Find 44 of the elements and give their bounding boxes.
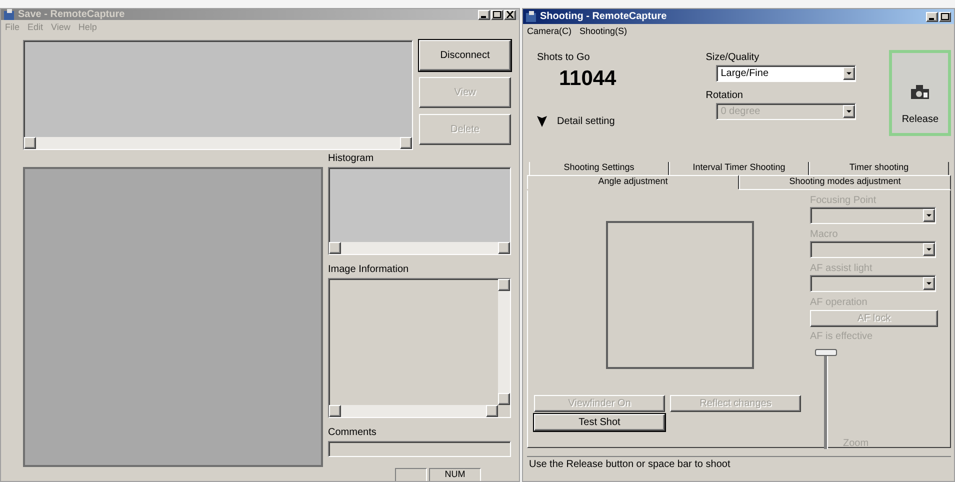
close-button[interactable] bbox=[504, 10, 516, 20]
dropdown-field[interactable] bbox=[810, 275, 936, 292]
window-title: Save - RemoteCapture bbox=[18, 9, 126, 20]
tab[interactable]: Shooting modes adjustment bbox=[739, 175, 951, 190]
rotation-label: Rotation bbox=[706, 90, 744, 101]
close-icon bbox=[506, 11, 514, 18]
dropdown-field[interactable] bbox=[810, 207, 936, 224]
status-message: Use the Release button or space bar to shoot bbox=[529, 459, 730, 470]
app-icon bbox=[4, 9, 15, 20]
menu-item[interactable]: Shooting(S) bbox=[580, 26, 628, 38]
status-pane bbox=[395, 468, 427, 481]
detail-setting-toggle[interactable]: Detail setting bbox=[557, 116, 615, 126]
comments-label: Comments bbox=[328, 427, 378, 438]
horizontal-scrollbar[interactable] bbox=[329, 405, 498, 417]
menu-item[interactable]: Camera(C) bbox=[527, 26, 572, 38]
action-button[interactable]: Test Shot bbox=[534, 414, 665, 431]
horizontal-scrollbar[interactable] bbox=[329, 242, 510, 254]
status-indicator: NUM bbox=[429, 468, 481, 481]
minimize-button[interactable] bbox=[926, 12, 938, 22]
maximize-icon bbox=[493, 11, 501, 18]
tab[interactable]: Interval Timer Shooting bbox=[669, 162, 809, 175]
maximize-icon bbox=[941, 13, 949, 20]
shots-to-go-count: 11044 bbox=[559, 67, 618, 91]
shots-to-go-label: Shots to Go bbox=[537, 52, 591, 63]
dropdown-field[interactable] bbox=[810, 241, 936, 258]
tab[interactable]: Angle adjustment bbox=[527, 175, 739, 189]
histogram-label: Histogram bbox=[328, 153, 375, 164]
tab[interactable]: Shooting Settings bbox=[529, 162, 669, 175]
horizontal-scrollbar[interactable] bbox=[24, 137, 412, 149]
expand-triangle-icon[interactable] bbox=[537, 115, 547, 127]
maximize-button[interactable] bbox=[939, 12, 951, 22]
comments-field[interactable] bbox=[328, 441, 511, 457]
release-button[interactable]: Release bbox=[889, 50, 951, 136]
vertical-scrollbar[interactable] bbox=[498, 279, 510, 405]
size-quality-label: Size/Quality bbox=[706, 52, 760, 63]
action-button[interactable]: Disconnect bbox=[419, 40, 511, 71]
minimize-button[interactable] bbox=[478, 10, 490, 20]
window-title: Shooting - RemoteCapture bbox=[540, 11, 668, 22]
maximize-button[interactable] bbox=[491, 10, 503, 20]
app-icon bbox=[526, 11, 537, 22]
image-information-label: Image Information bbox=[328, 264, 410, 275]
tab[interactable]: Timer shooting bbox=[809, 162, 949, 175]
camera-icon bbox=[910, 83, 930, 100]
dropdown-field[interactable]: Large/Fine bbox=[716, 65, 856, 82]
